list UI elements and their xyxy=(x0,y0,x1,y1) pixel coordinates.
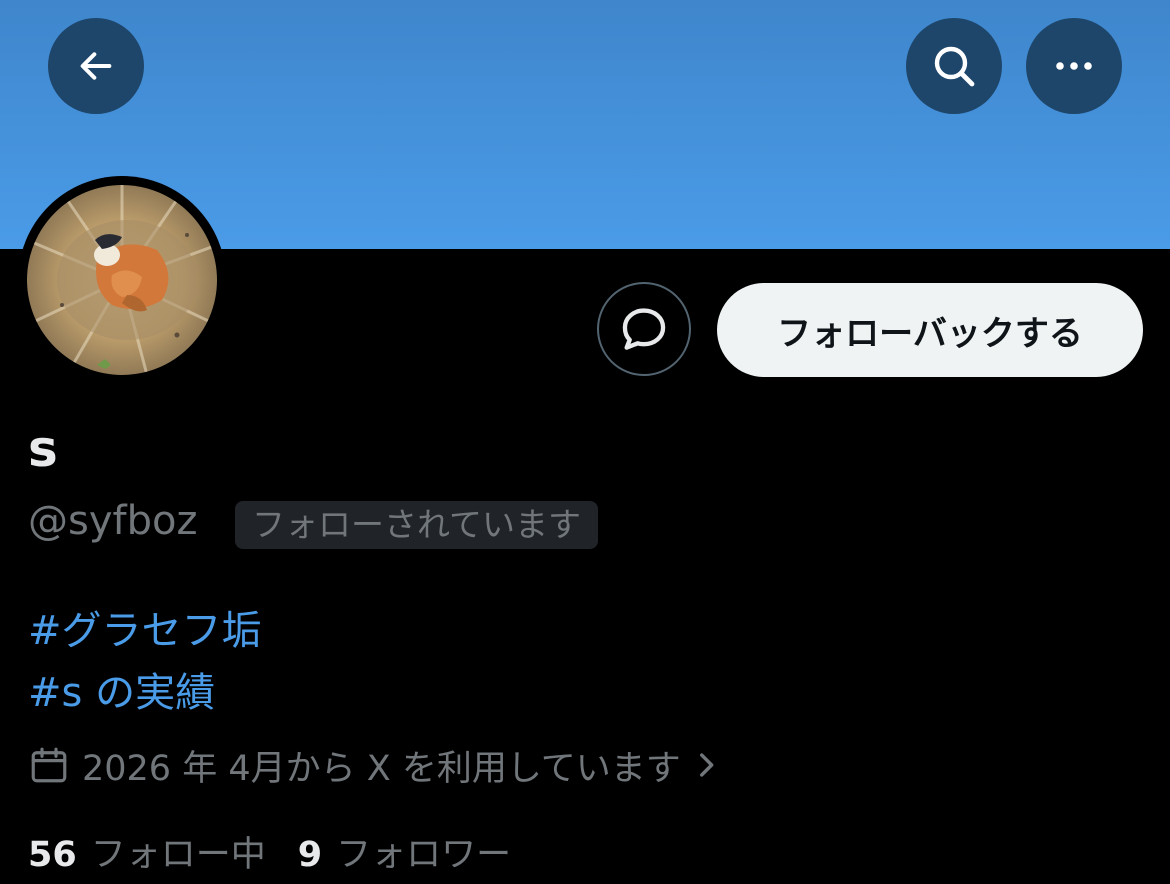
calendar-icon xyxy=(31,747,67,783)
follow-back-button[interactable]: フォローバックする xyxy=(717,283,1143,377)
more-horizontal-icon xyxy=(1056,62,1092,70)
message-button[interactable] xyxy=(597,282,691,376)
followers-link[interactable]: 9 フォロワー xyxy=(298,826,511,877)
avatar-frame xyxy=(18,176,226,384)
followers-count: 9 xyxy=(297,835,323,875)
arrow-left-icon xyxy=(80,52,112,80)
user-handle: @syfboz xyxy=(28,498,198,544)
back-button[interactable] xyxy=(48,18,144,114)
following-link[interactable]: 56 フォロー中 xyxy=(28,826,266,877)
avatar[interactable] xyxy=(27,185,217,375)
following-label: フォロー中 xyxy=(90,835,266,875)
search-icon xyxy=(934,46,975,87)
chevron-right-icon xyxy=(699,753,714,777)
joined-date[interactable]: 2026 年 4月から X を利用しています xyxy=(28,740,723,790)
display-name: s xyxy=(28,420,58,478)
message-bubble-icon xyxy=(622,308,666,350)
joined-date-text: 2026 年 4月から X を利用しています xyxy=(82,748,681,789)
bio-hashtag-link[interactable]: #s の実績 xyxy=(28,660,215,718)
more-options-button[interactable] xyxy=(1026,18,1122,114)
followers-label: フォロワー xyxy=(336,835,512,875)
follow-stats: 56 フォロー中 9 フォロワー xyxy=(28,826,511,877)
follows-you-badge: フォローされています xyxy=(235,501,599,549)
search-button[interactable] xyxy=(906,18,1002,114)
following-count: 56 xyxy=(28,835,77,875)
avatar-image xyxy=(27,185,217,375)
bio-hashtag-link[interactable]: #グラセフ垢 xyxy=(28,598,262,656)
